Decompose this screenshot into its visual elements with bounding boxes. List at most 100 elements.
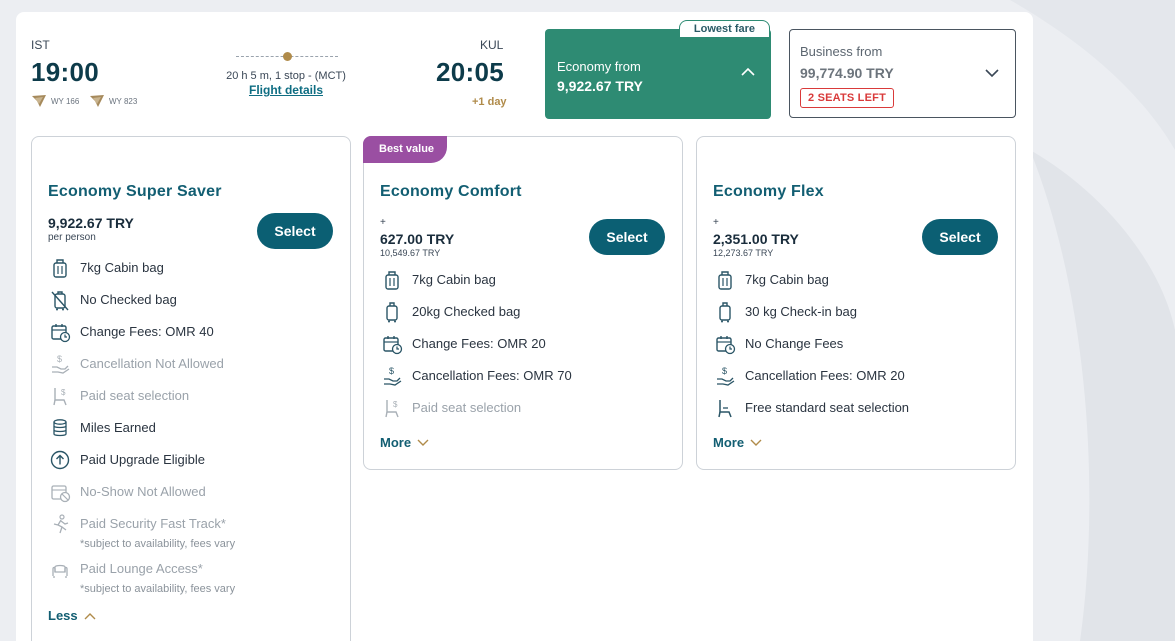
stop-dot	[283, 52, 292, 61]
feature-item: Paid Upgrade Eligible	[48, 449, 342, 483]
chevron-down-icon	[750, 435, 762, 450]
fare-price: 2,351.00 TRY	[713, 231, 799, 247]
feature-text: Miles Earned	[80, 420, 156, 435]
feature-text: Cancellation Not Allowed	[80, 356, 224, 371]
upgrade-arrow-icon	[48, 449, 72, 471]
hand-money-icon: $	[713, 365, 737, 387]
feature-item: No Change Fees	[713, 335, 1007, 367]
feature-list: 7kg Cabin bag No Checked bag Change Fees: …	[48, 259, 342, 605]
fast-track-icon	[48, 513, 72, 535]
business-tab-price: 99,774.90 TRY	[800, 65, 894, 81]
economy-tab-price: 9,922.67 TRY	[557, 78, 643, 94]
feature-text: Paid seat selection	[412, 400, 522, 415]
feature-text-wrap: Paid Upgrade Eligible	[80, 452, 205, 468]
feature-text: Cancellation Fees: OMR 20	[745, 368, 905, 383]
svg-text:$: $	[722, 366, 727, 376]
feature-item: $ Cancellation Fees: OMR 20	[713, 365, 1007, 399]
feature-item: Free standard seat selection	[713, 399, 1007, 431]
fare-price: 627.00 TRY	[380, 231, 455, 247]
feature-text-wrap: No Change Fees	[745, 336, 843, 352]
day-offset: +1 day	[472, 96, 507, 108]
feature-text: Change Fees: OMR 40	[80, 324, 214, 339]
chevron-up-icon	[741, 67, 755, 76]
flight-details-link[interactable]: Flight details	[200, 83, 372, 97]
feature-text: No Change Fees	[745, 336, 844, 351]
feature-item: Paid Security Fast Track* *subject to ava…	[48, 513, 342, 560]
lowest-fare-badge: Lowest fare	[679, 20, 770, 37]
feature-list: 7kg Cabin bag 30 kg Check-in bag No Change…	[713, 271, 1007, 431]
feature-text-wrap: No Checked bag	[80, 292, 177, 308]
feature-text: Paid Upgrade Eligible	[80, 452, 206, 467]
departure-time: 19:00	[31, 57, 99, 87]
fare-card-super-saver: Economy Super Saver 9,922.67 TRY per perso…	[31, 136, 351, 641]
feature-text-wrap: Free standard seat selection	[745, 400, 909, 416]
select-button[interactable]: Select	[922, 219, 998, 255]
best-value-badge: Best value	[363, 136, 447, 163]
hand-money-icon: $	[380, 365, 404, 387]
checked-bag-icon	[713, 301, 737, 323]
flight-number-label: WY 166	[51, 96, 80, 106]
fare-name: Economy Flex	[713, 183, 824, 200]
total-price: 10,549.67 TRY	[380, 248, 441, 258]
feature-text: No-Show Not Allowed	[80, 484, 206, 499]
feature-list: 7kg Cabin bag 20kg Checked bag Change Fees…	[380, 271, 674, 431]
toggle-label: More	[713, 435, 745, 450]
fare-card-flex: Economy Flex +2,351.00 TRY 12,273.67 TRY Se…	[696, 136, 1016, 470]
fare-card-comfort: Best value Economy Comfort +627.00 TRY 10,5…	[363, 136, 683, 470]
economy-cabin-tab[interactable]: Economy from 9,922.67 TRY	[545, 29, 771, 119]
arrival-time: 20:05	[436, 57, 504, 87]
calendar-clock-icon	[48, 321, 72, 343]
feature-text-wrap: 7kg Cabin bag	[80, 260, 164, 276]
feature-text-wrap: Change Fees: OMR 40	[80, 324, 214, 340]
calendar-clock-icon	[380, 333, 404, 355]
feature-text-wrap: Cancellation Fees: OMR 20	[745, 368, 905, 384]
feature-item: $ Paid seat selection	[48, 387, 342, 419]
feature-text-wrap: Miles Earned	[80, 420, 156, 436]
svg-text:$: $	[61, 388, 66, 397]
select-button[interactable]: Select	[257, 213, 333, 249]
feature-text: Paid seat selection	[80, 388, 190, 403]
airline-tail-icon	[32, 95, 46, 107]
feature-text-wrap: Paid Lounge Access* *subject to availabil…	[80, 561, 235, 597]
airline-tail-icon	[90, 95, 104, 107]
seat-icon	[713, 397, 737, 419]
show-more-link[interactable]: More	[380, 435, 429, 450]
feature-item: 7kg Cabin bag	[380, 271, 674, 303]
select-button[interactable]: Select	[589, 219, 665, 255]
feature-item: 7kg Cabin bag	[713, 271, 1007, 303]
lounge-icon	[48, 558, 72, 580]
show-more-link[interactable]: More	[713, 435, 762, 450]
toggle-label: Less	[48, 608, 78, 623]
chevron-down-icon	[985, 69, 999, 78]
business-tab-label: Business from	[800, 44, 883, 59]
feature-text: 7kg Cabin bag	[745, 272, 829, 287]
svg-text:$: $	[389, 366, 394, 376]
business-cabin-tab[interactable]: Business from 99,774.90 TRY 2 SEATS LEFT	[789, 29, 1016, 118]
seat-money-icon: $	[380, 397, 404, 419]
feature-text: Free standard seat selection	[745, 400, 910, 415]
per-person-label: per person	[48, 232, 96, 243]
flight-duration: 20 h 5 m, 1 stop - (MCT)	[226, 70, 346, 82]
feature-text-wrap: 7kg Cabin bag	[412, 272, 496, 288]
feature-text-wrap: Change Fees: OMR 20	[412, 336, 546, 352]
feature-text-wrap: 7kg Cabin bag	[745, 272, 829, 288]
economy-tab-label: Economy from	[557, 59, 641, 74]
cabin-bag-icon	[713, 269, 737, 291]
feature-note: *subject to availability, fees vary	[80, 538, 236, 550]
fare-name: Economy Comfort	[380, 183, 522, 200]
show-less-link[interactable]: Less	[48, 608, 96, 623]
seats-left-badge: 2 SEATS LEFT	[800, 88, 894, 108]
fare-name: Economy Super Saver	[48, 183, 222, 200]
feature-item: $ Cancellation Not Allowed	[48, 354, 342, 387]
feature-text: 20kg Checked bag	[412, 304, 521, 319]
fare-price: 9,922.67 TRY	[48, 215, 134, 231]
feature-item: No Checked bag	[48, 291, 342, 323]
price-plus-sign: +	[713, 217, 719, 228]
cabin-bag-icon	[380, 269, 404, 291]
feature-text: Change Fees: OMR 20	[412, 336, 546, 351]
svg-text:$: $	[57, 354, 62, 364]
flight-number-2: WY 823	[89, 94, 137, 108]
feature-text-wrap: No-Show Not Allowed	[80, 484, 206, 500]
chevron-up-icon	[84, 608, 96, 623]
feature-text: 30 kg Check-in bag	[745, 304, 858, 319]
